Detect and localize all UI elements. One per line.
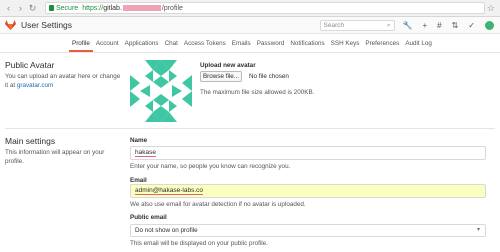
hash-icon[interactable]: # [437, 21, 441, 30]
search-input[interactable]: Search ⌕ [319, 19, 395, 31]
forward-icon[interactable]: › [16, 3, 25, 13]
gitlab-logo-icon[interactable] [5, 20, 16, 30]
identicon-avatar [130, 60, 192, 122]
tab-notifications[interactable]: Notifications [287, 40, 327, 52]
todo-check-icon[interactable]: ✓ [468, 21, 475, 30]
header-icons: 🔧 + # ⇅ ✓ [403, 20, 494, 30]
url-protocol: https:// [82, 4, 104, 12]
plus-icon[interactable]: + [422, 21, 427, 30]
public-avatar-title: Public Avatar [5, 60, 55, 70]
email-label: Email [130, 177, 147, 184]
lock-icon [49, 5, 54, 11]
url-path: /profile [161, 4, 183, 12]
max-size-help: The maximum file size allowed is 200KB. [200, 89, 315, 96]
tab-audit-log[interactable]: Audit Log [402, 40, 435, 52]
address-bar[interactable]: Secure https:// gitlab. /profile [45, 2, 485, 14]
email-help: We also use email for avatar detection i… [130, 201, 306, 208]
tab-emails[interactable]: Emails [229, 40, 254, 52]
name-help: Enter your name, so people you know can … [130, 163, 291, 170]
chevron-down-icon: ▾ [476, 227, 480, 233]
tab-preferences[interactable]: Preferences [362, 40, 402, 52]
tab-access-tokens[interactable]: Access Tokens [181, 40, 229, 52]
settings-tabs: Profile Account Applications Chat Access… [0, 34, 500, 53]
redacted-block [122, 5, 161, 11]
user-avatar[interactable] [485, 20, 494, 30]
browse-file-button[interactable]: Browse file... [200, 71, 242, 82]
public-email-select[interactable]: Do not show on profile ▾ [130, 224, 486, 237]
upload-avatar-label: Upload new avatar [200, 62, 256, 69]
merge-request-icon[interactable]: ⇅ [452, 21, 459, 30]
tab-ssh-keys[interactable]: SSH Keys [328, 40, 363, 52]
public-email-help: This email will be displayed on your pub… [130, 240, 268, 247]
public-avatar-desc: You can upload an avatar here or change … [5, 73, 121, 89]
browser-toolbar: ‹ › ↻ Secure https:// gitlab. /profile ☆ [0, 0, 500, 17]
name-label: Name [130, 137, 148, 144]
tab-applications[interactable]: Applications [122, 40, 162, 52]
tab-profile[interactable]: Profile [69, 40, 93, 52]
main-settings-title: Main settings [5, 136, 56, 146]
name-field[interactable]: hakase [130, 146, 486, 160]
main-settings-desc: This information will appear on your pro… [5, 149, 105, 165]
wrench-icon[interactable]: 🔧 [403, 21, 413, 30]
tab-chat[interactable]: Chat [162, 40, 181, 52]
page-title: User Settings [21, 20, 73, 30]
section-divider [5, 128, 495, 129]
secure-label: Secure [56, 4, 79, 12]
reload-icon[interactable]: ↻ [28, 3, 37, 13]
app-header: User Settings Search ⌕ 🔧 + # ⇅ ✓ [0, 17, 500, 34]
star-icon[interactable]: ☆ [487, 3, 500, 14]
search-icon: ⌕ [386, 21, 391, 29]
url-host: gitlab. [103, 4, 122, 12]
no-file-text: No file chosen [249, 73, 289, 80]
tab-account[interactable]: Account [93, 40, 122, 52]
gravatar-link[interactable]: gravatar.com [17, 82, 53, 89]
tab-password[interactable]: Password [254, 40, 288, 52]
nav-buttons: ‹ › ↻ [0, 3, 37, 13]
back-icon[interactable]: ‹ [4, 3, 13, 13]
email-field[interactable]: admin@hakase-labs.co [130, 184, 486, 198]
public-email-label: Public email [130, 214, 167, 221]
